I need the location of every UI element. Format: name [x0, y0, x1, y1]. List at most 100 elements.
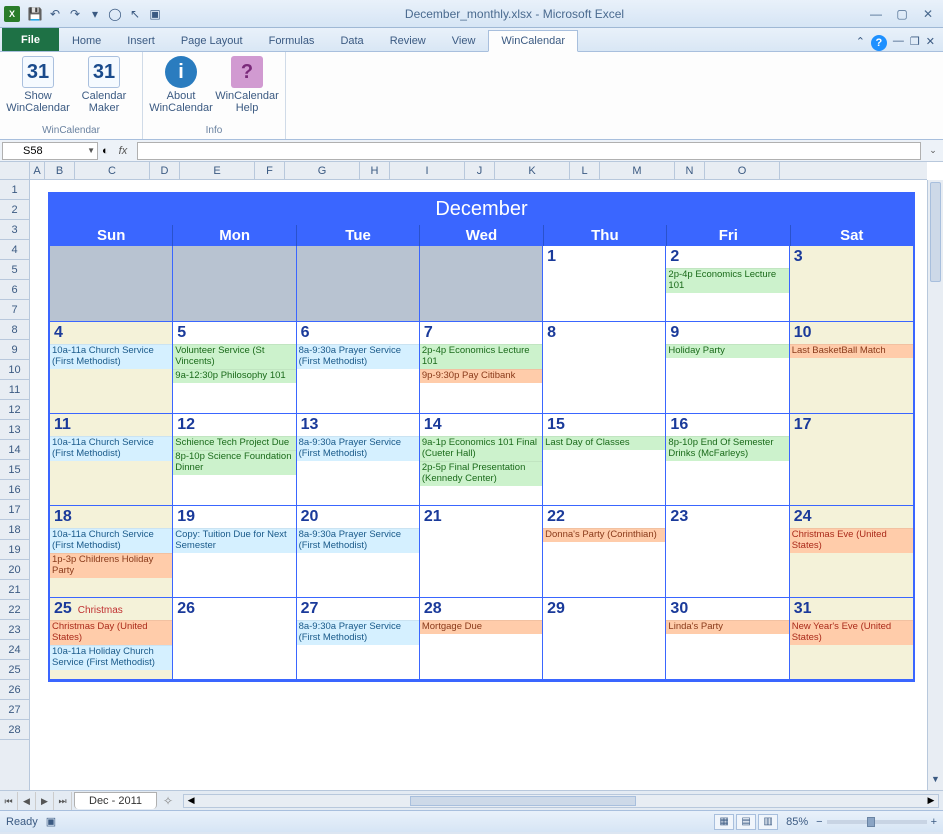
row-header[interactable]: 22 [0, 600, 29, 620]
sheet-next-icon[interactable]: ▶ [36, 792, 54, 810]
macro-record-icon[interactable]: ▣ [46, 815, 56, 828]
page-layout-tab[interactable]: Page Layout [168, 30, 256, 51]
row-header[interactable]: 10 [0, 360, 29, 380]
column-header[interactable]: I [390, 162, 465, 179]
calendar-cell[interactable]: 29 [543, 598, 666, 680]
calendar-cell[interactable]: 278a-9:30a Prayer Service (First Methodi… [297, 598, 420, 680]
zoom-thumb[interactable] [867, 817, 875, 827]
calendar-cell[interactable] [50, 246, 173, 322]
help-icon[interactable]: ? [871, 35, 887, 51]
calendar-cell[interactable]: 25ChristmasChristmas Day (United States)… [50, 598, 173, 680]
calendar-event[interactable]: 2p-4p Economics Lecture 101 [420, 344, 542, 369]
cell-grid[interactable]: December SunMonTueWedThuFriSat 122p-4p E… [30, 180, 927, 790]
wincalendar-tab[interactable]: WinCalendar [488, 30, 578, 52]
row-header[interactable]: 7 [0, 300, 29, 320]
calendar-event[interactable]: 8a-9:30a Prayer Service (First Methodist… [297, 344, 419, 369]
scroll-down-icon[interactable]: ▼ [928, 774, 943, 790]
horizontal-scrollbar[interactable]: ◀ ▶ [183, 794, 939, 808]
row-header[interactable]: 27 [0, 700, 29, 720]
calendar-event[interactable]: 8p-10p End Of Semester Drinks (McFarleys… [666, 436, 788, 461]
select-all-corner[interactable] [0, 162, 30, 179]
calendar-cell[interactable]: 1 [543, 246, 666, 322]
ribbon-minimize-icon[interactable]: ⌃ [856, 35, 865, 51]
column-header[interactable]: O [705, 162, 780, 179]
calendar-cell[interactable]: 72p-4p Economics Lecture 1019p-9:30p Pay… [420, 322, 543, 414]
calendar-event[interactable]: Christmas Day (United States) [50, 620, 172, 645]
row-header[interactable]: 13 [0, 420, 29, 440]
column-header[interactable]: G [285, 162, 360, 179]
home-tab[interactable]: Home [59, 30, 114, 51]
calendar-cell[interactable]: 208a-9:30a Prayer Service (First Methodi… [297, 506, 420, 598]
calendar-cell[interactable]: 21 [420, 506, 543, 598]
calendar-cell[interactable]: 28Mortgage Due [420, 598, 543, 680]
calendar-cell[interactable]: 26 [173, 598, 296, 680]
calendar-cell[interactable]: 8 [543, 322, 666, 414]
save-icon[interactable]: 💾 [26, 5, 44, 23]
calendar-cell[interactable]: 22p-4p Economics Lecture 101 [666, 246, 789, 322]
zoom-level[interactable]: 85% [786, 816, 808, 828]
row-header[interactable]: 24 [0, 640, 29, 660]
page-break-view-icon[interactable]: ▥ [758, 814, 778, 830]
calendar-cell[interactable]: 17 [790, 414, 913, 506]
calendar-cell[interactable]: 19Copy: Tuition Due for Next Semester [173, 506, 296, 598]
calendar-cell[interactable]: 9Holiday Party [666, 322, 789, 414]
calendar-event[interactable]: 10a-11a Church Service (First Methodist) [50, 436, 172, 461]
insert-tab[interactable]: Insert [114, 30, 168, 51]
calendar-event[interactable]: Schience Tech Project Due [173, 436, 295, 450]
column-header[interactable]: L [570, 162, 600, 179]
calendar-cell[interactable]: 12Schience Tech Project Due8p-10p Scienc… [173, 414, 296, 506]
column-header[interactable]: M [600, 162, 675, 179]
calendar-event[interactable]: 10a-11a Church Service (First Methodist) [50, 528, 172, 553]
sheet-tab-active[interactable]: Dec - 2011 [74, 792, 157, 809]
new-sheet-icon[interactable]: ✧ [157, 792, 179, 810]
column-header[interactable]: A [30, 162, 45, 179]
row-header[interactable]: 3 [0, 220, 29, 240]
calendar-event[interactable]: 8a-9:30a Prayer Service (First Methodist… [297, 620, 419, 645]
calendar-event[interactable]: Christmas Eve (United States) [790, 528, 913, 553]
calendar-event[interactable]: 10a-11a Holiday Church Service (First Me… [50, 645, 172, 670]
maximize-icon[interactable]: ▢ [891, 6, 913, 22]
calendar-event[interactable]: 8a-9:30a Prayer Service (First Methodist… [297, 436, 419, 461]
row-header[interactable]: 8 [0, 320, 29, 340]
data-tab[interactable]: Data [327, 30, 376, 51]
fx-label[interactable]: fx [113, 145, 134, 157]
formulas-tab[interactable]: Formulas [256, 30, 328, 51]
calendar-event[interactable]: Volunteer Service (St Vincents) [173, 344, 295, 369]
column-header[interactable]: J [465, 162, 495, 179]
show-wincalendar-button[interactable]: 31 Show WinCalendar [6, 54, 70, 124]
calendar-event[interactable]: 9a-12:30p Philosophy 101 [173, 369, 295, 383]
calendar-event[interactable]: Linda's Party [666, 620, 788, 634]
zoom-out-icon[interactable]: − [816, 816, 822, 828]
calendar-event[interactable]: 9a-1p Economics 101 Final (Cueter Hall) [420, 436, 542, 461]
column-header[interactable]: C [75, 162, 150, 179]
calendar-event[interactable]: 2p-4p Economics Lecture 101 [666, 268, 788, 293]
row-header[interactable]: 14 [0, 440, 29, 460]
row-header[interactable]: 4 [0, 240, 29, 260]
workbook-restore-icon[interactable]: ❐ [910, 35, 920, 51]
zoom-track[interactable] [827, 820, 927, 824]
column-header[interactable]: F [255, 162, 285, 179]
calendar-event[interactable]: 9p-9:30p Pay Citibank [420, 369, 542, 383]
zoom-in-icon[interactable]: + [931, 816, 937, 828]
row-header[interactable]: 16 [0, 480, 29, 500]
calendar-event[interactable]: 2p-5p Final Presentation (Kennedy Center… [420, 461, 542, 486]
column-header[interactable]: B [45, 162, 75, 179]
scroll-left-icon[interactable]: ◀ [184, 795, 198, 807]
calendar-event[interactable]: 10a-11a Church Service (First Methodist) [50, 344, 172, 369]
name-box[interactable]: S58 ▼ [2, 142, 98, 160]
review-tab[interactable]: Review [377, 30, 439, 51]
minimize-icon[interactable]: ― [865, 6, 887, 22]
column-header[interactable]: N [675, 162, 705, 179]
calendar-cell[interactable] [173, 246, 296, 322]
row-header[interactable]: 21 [0, 580, 29, 600]
column-header[interactable]: K [495, 162, 570, 179]
row-header[interactable]: 20 [0, 560, 29, 580]
file-tab[interactable]: File [2, 28, 59, 51]
row-header[interactable]: 19 [0, 540, 29, 560]
qat-more-icon[interactable]: ▾ [86, 5, 104, 23]
calendar-cell[interactable]: 5Volunteer Service (St Vincents)9a-12:30… [173, 322, 296, 414]
calendar-cell[interactable] [297, 246, 420, 322]
qat-extra-1-icon[interactable]: ◯ [106, 5, 124, 23]
column-header[interactable]: E [180, 162, 255, 179]
formula-input[interactable] [137, 142, 921, 160]
